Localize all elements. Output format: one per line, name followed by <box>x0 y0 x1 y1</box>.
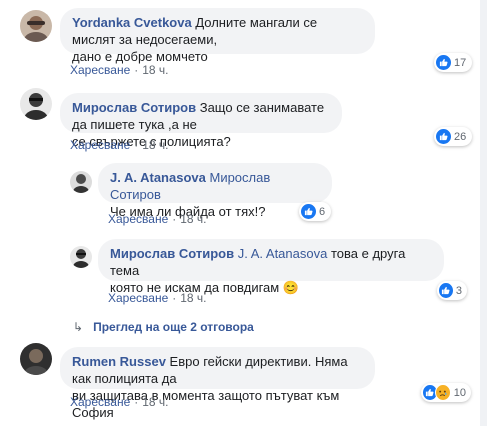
reaction-count: 6 <box>319 205 326 218</box>
comment-author[interactable]: Мирослав Сотиров <box>110 246 234 261</box>
like-reaction-icon <box>436 129 451 144</box>
reaction-count: 3 <box>455 284 462 297</box>
sad-reaction-icon <box>434 384 451 401</box>
reaction-count: 10 <box>453 386 466 399</box>
like-reaction-icon <box>436 55 451 70</box>
comment-author[interactable]: Мирослав Сотиров <box>72 100 196 115</box>
comment-actions: Харесване · 18 ч. <box>108 291 207 305</box>
avatar[interactable] <box>20 88 52 120</box>
mention-link[interactable]: J. A. Atanasova <box>238 246 328 261</box>
avatar[interactable] <box>20 343 52 375</box>
comment-actions: Харесване · 18 ч. <box>70 63 169 77</box>
scroll-gutter <box>480 0 487 426</box>
comment-actions: Харесване · 18 ч. <box>108 212 207 226</box>
reaction-summary[interactable]: 26 <box>434 127 472 146</box>
reply-bubble: Мирослав Сотиров J. A. Atanasova това е … <box>98 239 444 295</box>
timestamp[interactable]: 18 ч. <box>180 212 206 226</box>
timestamp[interactable]: 18 ч. <box>142 63 168 77</box>
reaction-summary[interactable]: 10 <box>421 383 471 402</box>
like-button[interactable]: Харесване <box>70 395 130 409</box>
reaction-summary[interactable]: 3 <box>437 281 467 300</box>
view-more-replies-link[interactable]: ↳ Преглед на още 2 отговора <box>73 320 254 334</box>
reply-arrow-icon: ↳ <box>73 320 84 334</box>
reply-bubble: J. A. Atanasova Мирослав Сотиров Че има … <box>98 163 332 219</box>
reaction-summary[interactable]: 17 <box>434 53 472 72</box>
reaction-count: 26 <box>454 130 467 143</box>
comment-author[interactable]: Rumen Russev <box>72 354 166 369</box>
like-button[interactable]: Харесване <box>108 291 168 305</box>
reaction-count: 17 <box>454 56 467 69</box>
like-reaction-icon <box>301 204 316 219</box>
comment-text: дано е добре момчето <box>72 49 208 64</box>
emoji-smile-icon: 😊 <box>282 280 300 295</box>
comment-bubble: Yordanka Cvetkova Долните мангали се мис… <box>60 8 375 64</box>
comment-actions: Харесване · 18 ч. <box>70 138 169 152</box>
like-button[interactable]: Харесване <box>70 138 130 152</box>
timestamp[interactable]: 18 ч. <box>180 291 206 305</box>
like-reaction-icon <box>439 283 453 298</box>
comment-author[interactable]: Yordanka Cvetkova <box>72 15 192 30</box>
comment-author[interactable]: J. A. Atanasova <box>110 170 206 185</box>
avatar[interactable] <box>20 10 52 42</box>
comment-bubble: Мирослав Сотиров Защо се занимавате да п… <box>60 93 342 149</box>
timestamp[interactable]: 18 ч. <box>142 138 168 152</box>
comment-bubble: Rumen Russev Евро гейски директиви. Няма… <box>60 347 375 420</box>
avatar[interactable] <box>70 246 92 268</box>
like-button[interactable]: Харесване <box>108 212 168 226</box>
reaction-summary[interactable]: 6 <box>299 202 331 221</box>
avatar[interactable] <box>70 171 92 193</box>
like-button[interactable]: Харесване <box>70 63 130 77</box>
comment-actions: Харесване · 18 ч. <box>70 395 169 409</box>
timestamp[interactable]: 18 ч. <box>142 395 168 409</box>
view-more-replies-label: Преглед на още 2 отговора <box>93 320 254 334</box>
